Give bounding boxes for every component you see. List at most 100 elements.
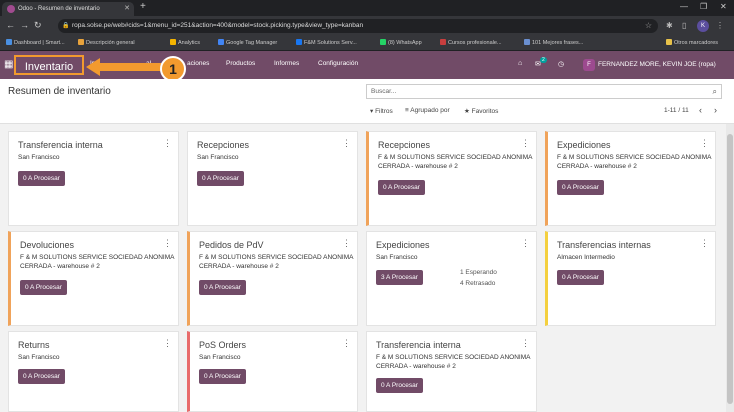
to-process-button[interactable]: 0 A Procesar (376, 378, 423, 393)
card-subtitle: F & M SOLUTIONS SERVICE SOCIEDAD ANONIMA… (557, 154, 712, 170)
card-menu-icon[interactable]: ⋮ (521, 338, 530, 349)
to-process-button[interactable]: 0 A Procesar (557, 180, 604, 195)
kanban-card[interactable]: Transferencia interna San Francisco ⋮ 0 … (8, 131, 179, 226)
card-menu-icon[interactable]: ⋮ (521, 238, 530, 249)
search-input[interactable]: Buscar... ⌕ (366, 84, 722, 99)
kanban-card[interactable]: Recepciones F & M SOLUTIONS SERVICE SOCI… (366, 131, 537, 226)
reload-icon[interactable]: ↻ (34, 20, 42, 31)
pager-value[interactable]: 1-11 / 11 (664, 107, 689, 114)
chrome-profile-avatar[interactable]: K (697, 20, 709, 32)
bookmark-item[interactable]: Cursos profesionale... (440, 39, 502, 46)
bookmark-item[interactable]: Descripción general (78, 39, 135, 46)
menu-item-productos[interactable]: Productos (226, 60, 255, 67)
control-panel: Resumen de inventario Buscar... ⌕ ▾ Filt… (0, 79, 734, 124)
card-title[interactable]: Devoluciones (20, 240, 74, 250)
user-name[interactable]: FERNANDEZ MORE, KEVIN JOE (ropa) (598, 61, 716, 68)
menu-item-informes[interactable]: Informes (274, 60, 299, 67)
kanban-card[interactable]: PoS Orders San Francisco ⋮ 0 A Procesar (187, 331, 358, 412)
to-process-button[interactable]: 0 A Procesar (20, 280, 67, 295)
group-by-button[interactable]: ≡ Agrupado por (405, 107, 450, 114)
kanban-card[interactable]: Expediciones F & M SOLUTIONS SERVICE SOC… (545, 131, 716, 226)
card-subtitle: F & M SOLUTIONS SERVICE SOCIEDAD ANONIMA… (376, 354, 531, 370)
card-title[interactable]: Transferencias internas (557, 240, 651, 250)
to-process-button[interactable]: 0 A Procesar (199, 280, 246, 295)
page-scrollbar[interactable] (726, 124, 734, 412)
group-by-icon: ≡ (405, 107, 409, 114)
to-process-button[interactable]: 0 A Procesar (557, 270, 604, 285)
late-link[interactable]: 4 Retrasado (460, 280, 495, 287)
kanban-card[interactable]: Pedidos de PdV F & M SOLUTIONS SERVICE S… (187, 231, 358, 326)
menu-item-configuracion[interactable]: Configuración (318, 60, 358, 67)
apps-grid-icon[interactable]: ▦ (4, 60, 13, 70)
other-bookmarks[interactable]: Otros marcadores (666, 39, 718, 46)
card-title[interactable]: Expediciones (376, 240, 430, 250)
card-title[interactable]: Pedidos de PdV (199, 240, 264, 250)
browser-tab[interactable]: Odoo - Resumen de inventario ✕ (2, 2, 134, 16)
to-process-button[interactable]: 0 A Procesar (197, 171, 244, 186)
minimize-icon[interactable]: — (680, 2, 688, 11)
home-icon[interactable]: ⌂ (518, 60, 522, 67)
card-menu-icon[interactable]: ⋮ (163, 138, 172, 149)
sidepanel-icon[interactable]: ▯ (682, 21, 686, 30)
card-title[interactable]: Transferencia interna (18, 140, 103, 150)
card-title[interactable]: Recepciones (378, 140, 430, 150)
card-menu-icon[interactable]: ⋮ (342, 238, 351, 249)
to-process-button[interactable]: 0 A Procesar (18, 369, 65, 384)
activity-clock-icon[interactable]: ◷ (558, 60, 564, 68)
app-brand-inventario[interactable]: Inventario (14, 55, 84, 75)
card-menu-icon[interactable]: ⋮ (700, 238, 709, 249)
kanban-card[interactable]: Transferencias internas Almacen Intermed… (545, 231, 716, 326)
to-process-button[interactable]: 0 A Procesar (18, 171, 65, 186)
bookmark-item[interactable]: 101 Mejores frases... (524, 39, 583, 46)
bookmark-star-icon[interactable]: ☆ (645, 19, 652, 33)
chrome-menu-icon[interactable]: ⋮ (716, 21, 724, 30)
card-title[interactable]: Expediciones (557, 140, 611, 150)
menu-item-operaciones[interactable]: aciones (187, 60, 209, 67)
to-process-button[interactable]: 3 A Procesar (376, 270, 423, 285)
card-title[interactable]: Returns (18, 340, 50, 350)
kanban-card[interactable]: Devoluciones F & M SOLUTIONS SERVICE SOC… (8, 231, 179, 326)
to-process-button[interactable]: 0 A Procesar (378, 180, 425, 195)
card-menu-icon[interactable]: ⋮ (163, 338, 172, 349)
bookmark-item[interactable]: Analytics (170, 39, 200, 46)
card-menu-icon[interactable]: ⋮ (163, 238, 172, 249)
card-menu-icon[interactable]: ⋮ (700, 138, 709, 149)
url-bar[interactable]: 🔒 ropa.solse.pe/web#cids=1&menu_id=251&a… (58, 19, 658, 33)
waiting-link[interactable]: 1 Esperando (460, 269, 497, 276)
to-process-button[interactable]: 0 A Procesar (199, 369, 246, 384)
favorites-button[interactable]: ★ Favoritos (464, 107, 498, 115)
back-icon[interactable]: ← (6, 20, 15, 30)
scrollbar-thumb[interactable] (727, 134, 733, 404)
browser-tab-bar: Odoo - Resumen de inventario ✕ + — ❐ ✕ (0, 0, 734, 16)
tab-close-icon[interactable]: ✕ (124, 2, 130, 16)
bookmark-item[interactable]: Google Tag Manager (218, 39, 277, 46)
bookmark-item[interactable]: F&M Solutions Serv... (296, 39, 357, 46)
maximize-icon[interactable]: ❐ (700, 2, 707, 11)
kanban-card[interactable]: Recepciones San Francisco ⋮ 0 A Procesar (187, 131, 358, 226)
forward-icon[interactable]: → (20, 20, 29, 30)
user-avatar[interactable]: F (583, 59, 595, 71)
pager-prev-icon[interactable]: ‹ (699, 105, 702, 115)
filters-button[interactable]: ▾ Filtros (370, 107, 393, 115)
kanban-card[interactable]: Expediciones San Francisco ⋮ 3 A Procesa… (366, 231, 537, 326)
extension-icon[interactable]: ✱ (666, 21, 673, 30)
card-title[interactable]: PoS Orders (199, 340, 246, 350)
new-tab-icon[interactable]: + (140, 1, 146, 12)
close-window-icon[interactable]: ✕ (720, 2, 727, 11)
bookmark-item[interactable]: (8) WhatsApp (380, 39, 422, 46)
bookmark-item[interactable]: Dashboard | Smart... (6, 39, 65, 46)
kanban-card[interactable]: Returns San Francisco ⋮ 0 A Procesar (8, 331, 179, 412)
card-menu-icon[interactable]: ⋮ (342, 338, 351, 349)
card-menu-icon[interactable]: ⋮ (521, 138, 530, 149)
bookmarks-bar: Dashboard | Smart... Descripción general… (0, 36, 734, 51)
search-icon[interactable]: ⌕ (713, 85, 717, 98)
pager-next-icon[interactable]: › (714, 105, 717, 115)
kanban-card[interactable]: Transferencia interna F & M SOLUTIONS SE… (366, 331, 537, 412)
bookmark-favicon-icon (440, 39, 446, 45)
card-menu-icon[interactable]: ⋮ (342, 138, 351, 149)
card-subtitle: San Francisco (376, 254, 418, 261)
card-subtitle: Almacen Intermedio (557, 254, 615, 261)
card-title[interactable]: Transferencia interna (376, 340, 461, 350)
tab-title: Odoo - Resumen de inventario (18, 6, 100, 12)
card-title[interactable]: Recepciones (197, 140, 249, 150)
